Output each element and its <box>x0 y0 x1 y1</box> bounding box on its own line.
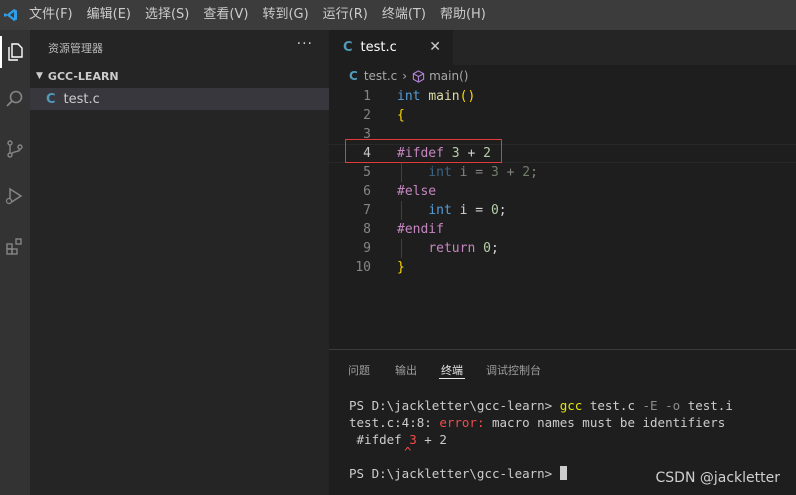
chevron-right-icon: › <box>402 69 408 83</box>
code-token: + <box>498 165 523 180</box>
code-token: int <box>428 203 452 218</box>
more-actions-icon[interactable]: ··· <box>297 36 313 52</box>
code-token: main <box>428 89 460 104</box>
terminal-cursor <box>559 466 567 480</box>
code-editor[interactable]: 1 int main() 2{3 4 #ifdef 3 + 25 int i = 3 +… <box>329 87 796 349</box>
terminal-source-line: #ifdef 3 + 2 <box>349 432 447 447</box>
code-token: ; <box>498 203 507 218</box>
code-token: #else <box>397 184 437 199</box>
code-token: () <box>459 89 476 104</box>
watermark: CSDN @jackletter <box>655 470 781 486</box>
sidebar-title: 资源管理器 <box>48 42 103 55</box>
code-token: int <box>397 89 421 104</box>
terminal-prompt-line: PS D:\jackletter\gcc-learn> <box>349 465 567 482</box>
code-text: #else <box>397 182 436 201</box>
menu-edit[interactable]: 编辑(E) <box>80 0 138 30</box>
menu-view[interactable]: 查看(V) <box>196 0 255 30</box>
c-file-icon: C <box>343 40 353 55</box>
line-number: 7 <box>363 203 371 218</box>
code-token: } <box>397 260 405 275</box>
code-token: ; <box>490 241 499 256</box>
code-text: } <box>397 258 405 277</box>
breadcrumb-symbol[interactable]: main() <box>429 69 468 83</box>
terminal-command-line: PS D:\jackletter\gcc-learn> gcc test.c -… <box>349 398 733 413</box>
tab-label: test.c <box>360 40 397 55</box>
breadcrumb-file[interactable]: test.c <box>364 69 397 83</box>
code-text: #endif <box>397 220 444 239</box>
code-token: 0 <box>490 203 499 218</box>
folder-label: GCC-LEARN <box>47 69 119 83</box>
code-line: 6 #else <box>329 182 796 201</box>
vscode-logo-icon <box>0 0 22 30</box>
file-test-c[interactable]: C test.c <box>30 88 329 110</box>
code-text: return 0; <box>397 239 499 258</box>
code-line: 9 return 0; <box>329 239 796 258</box>
extensions-icon[interactable] <box>0 230 30 262</box>
code-token: i = <box>451 165 491 180</box>
code-line: 2{ <box>329 106 796 125</box>
tab-test-c[interactable]: C test.c ✕ <box>329 30 453 65</box>
line-number: 10 <box>355 260 371 275</box>
menu-bar: 文件(F) 编辑(E) 选择(S) 查看(V) 转到(G) 运行(R) 终端(T… <box>0 0 796 30</box>
c-file-icon: C <box>46 91 56 107</box>
code-line: 8 #endif <box>329 220 796 239</box>
code-text: { <box>397 106 405 125</box>
menu-help[interactable]: 帮助(H) <box>433 0 493 30</box>
code-text: int i = 0; <box>397 201 507 220</box>
terminal-caret: ^ <box>404 444 412 459</box>
code-token: #endif <box>397 222 444 237</box>
code-token: 3 <box>490 165 499 180</box>
code-text: int main() <box>397 87 475 106</box>
code-token: i = <box>451 203 491 218</box>
folder-gcc-learn[interactable]: ▼ GCC-LEARN <box>30 66 329 86</box>
menu-file[interactable]: 文件(F) <box>22 0 80 30</box>
method-cube-icon <box>412 69 425 83</box>
code-line: 1 int main() <box>329 87 796 106</box>
line-number: 5 <box>363 165 371 180</box>
code-line: 7 int i = 0; <box>329 201 796 220</box>
code-line: 5 int i = 3 + 2; <box>329 163 796 182</box>
line-number: 1 <box>363 89 371 104</box>
code-token: return <box>428 241 476 256</box>
explorer-sidebar: 资源管理器 ··· ▼ GCC-LEARN C test.c <box>30 30 329 495</box>
code-token: ; <box>530 165 538 180</box>
code-text: int i = 3 + 2; <box>397 163 538 182</box>
menu-selection[interactable]: 选择(S) <box>138 0 196 30</box>
search-icon[interactable] <box>0 83 30 115</box>
code-line: 10} <box>329 258 796 277</box>
code-token: 0 <box>483 241 491 256</box>
explorer-icon[interactable] <box>0 36 30 68</box>
menu-run[interactable]: 运行(R) <box>316 0 375 30</box>
line-number: 6 <box>363 184 371 199</box>
code-token: 2 <box>522 165 531 180</box>
source-control-icon[interactable] <box>0 133 30 165</box>
line-number: 9 <box>363 241 371 256</box>
close-icon[interactable]: ✕ <box>429 39 441 55</box>
code-token: { <box>397 108 405 123</box>
line-number: 8 <box>363 222 371 237</box>
code-token: int <box>428 165 452 180</box>
line-number: 2 <box>363 108 371 123</box>
terminal-error-line: test.c:4:8: error: macro names must be i… <box>349 415 726 430</box>
c-file-icon: C <box>349 69 358 83</box>
highlight-ifdef-line <box>345 139 502 163</box>
file-label: test.c <box>63 91 100 107</box>
run-debug-icon[interactable] <box>0 180 30 212</box>
menu-goto[interactable]: 转到(G) <box>255 0 315 30</box>
editor-tab-bar: C test.c ✕ <box>329 30 796 65</box>
menu-terminal[interactable]: 终端(T) <box>375 0 433 30</box>
activity-bar <box>0 30 30 495</box>
breadcrumb: C test.c › main() <box>329 65 796 87</box>
chevron-down-icon: ▼ <box>36 71 43 81</box>
